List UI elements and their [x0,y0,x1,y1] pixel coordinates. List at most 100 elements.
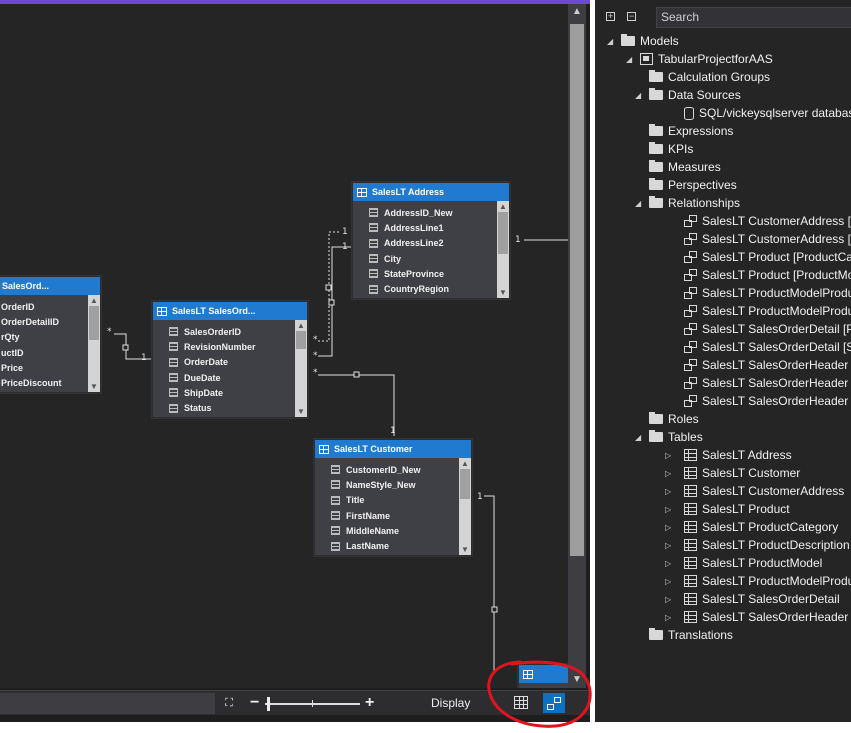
diagram-view[interactable]: * 1 * * * 1 1 1 1 1 SalesOrd... OrderID … [0,0,590,722]
column-row[interactable]: AddressID_New [353,205,509,220]
scrollbar-thumb[interactable] [570,24,584,556]
table-card-scrollbar[interactable]: ▲ ▼ [497,201,509,298]
tree-node-tables[interactable]: ◢ Tables [635,428,703,446]
scrollbar-thumb[interactable] [498,212,508,254]
collapsed-arrow-icon[interactable]: ▷ [665,487,679,496]
tree-node-relationship[interactable]: SalesLT ProductModelProdu [684,284,851,302]
tree-node-table[interactable]: ▷ SalesLT SalesOrderHeader [665,608,848,626]
table-card-customer[interactable]: SalesLT Customer CustomerID_New NameStyl… [314,439,472,556]
column-row[interactable]: RevisionNumber [153,339,307,354]
tree-node-table[interactable]: ▷ SalesLT ProductModel [665,554,822,572]
table-card-header[interactable] [519,665,568,683]
diagram-view-button[interactable] [543,693,565,713]
expanded-arrow-icon[interactable]: ◢ [607,37,621,46]
table-card-address[interactable]: SalesLT Address AddressID_New AddressLin… [352,182,510,299]
scrollbar-thumb[interactable] [296,331,306,349]
tree-node-roles[interactable]: Roles [649,410,699,428]
tree-node-table[interactable]: ▷ SalesLT SalesOrderDetail [665,590,840,608]
column-row[interactable]: ShipDate [153,385,307,400]
tree-node-relationship[interactable]: SalesLT Product [ProductMo [684,266,851,284]
tree-node-expressions[interactable]: Expressions [649,122,733,140]
collapse-all-icon[interactable]: − [627,12,636,21]
column-row[interactable]: City [353,251,509,266]
expanded-arrow-icon[interactable]: ◢ [635,91,649,100]
column-row[interactable]: SalesOrderID [153,324,307,339]
grid-view-icon[interactable] [514,696,528,709]
tree-node-table[interactable]: ▷ SalesLT ProductCategory [665,518,838,536]
table-card-scrollbar[interactable]: ▲ ▼ [459,458,471,555]
tree-node-relationship[interactable]: SalesLT SalesOrderHeader [C [684,374,851,392]
scroll-up-arrow-icon[interactable]: ▲ [568,4,586,20]
column-row[interactable]: AddressLine2 [353,236,509,251]
scrollbar-thumb[interactable] [89,306,99,340]
scroll-up-arrow-icon[interactable]: ▲ [459,458,471,469]
tree-node-relationship[interactable]: SalesLT Product [ProductCat [684,248,851,266]
table-card-header[interactable]: SalesLT Customer [315,440,471,458]
tree-node-kpis[interactable]: KPIs [649,140,693,158]
column-row[interactable]: MiddleName [315,523,471,538]
expanded-arrow-icon[interactable]: ◢ [635,199,649,208]
scroll-up-arrow-icon[interactable]: ▲ [88,295,100,306]
tree-node-data-source-item[interactable]: SQL/vickeysqlserver databas [684,104,851,122]
column-row[interactable]: PriceDiscount [0,375,100,390]
collapsed-arrow-icon[interactable]: ▷ [665,451,679,460]
table-card-scrollbar[interactable]: ▲ ▼ [88,295,100,392]
scroll-down-arrow-icon[interactable]: ▼ [568,672,586,688]
tree-node-relationship[interactable]: SalesLT ProductModelProdu [684,302,851,320]
explorer-search-input[interactable]: Search [656,7,851,28]
tree-node-translations[interactable]: Translations [649,626,733,644]
collapsed-arrow-icon[interactable]: ▷ [665,613,679,622]
column-row[interactable]: CountryRegion [353,281,509,296]
diagram-canvas[interactable]: * 1 * * * 1 1 1 1 1 SalesOrd... OrderID … [0,4,568,688]
tree-node-relationship[interactable]: SalesLT CustomerAddress [A [684,212,851,230]
collapsed-arrow-icon[interactable]: ▷ [665,505,679,514]
tree-node-data-sources[interactable]: ◢ Data Sources [635,86,741,104]
tree-node-table[interactable]: ▷ SalesLT Customer [665,464,800,482]
column-row[interactable]: OrderDate [153,355,307,370]
diagram-horizontal-scrollbar[interactable] [0,693,215,714]
column-row[interactable]: rQty [0,330,100,345]
column-row[interactable]: AddressLine1 [353,220,509,235]
tree-node-relationship[interactable]: SalesLT CustomerAddress [C [684,230,851,248]
table-card-sales-order-header[interactable]: SalesLT SalesOrd... SalesOrderID Revisio… [152,301,308,418]
column-row[interactable]: Status [153,400,307,415]
column-row[interactable]: NameStyle_New [315,477,471,492]
tree-node-relationships[interactable]: ◢ Relationships [635,194,740,212]
tree-node-relationship[interactable]: SalesLT SalesOrderHeader [S [684,392,851,410]
table-card-sales-order-detail[interactable]: SalesOrd... OrderID OrderDetailID rQty u… [0,276,101,393]
fit-to-screen-icon[interactable]: ⛶ [221,696,237,710]
table-card-partial[interactable] [518,664,568,688]
scroll-down-arrow-icon[interactable]: ▼ [88,381,100,392]
tree-node-relationship[interactable]: SalesLT SalesOrderDetail [Pro [684,320,851,338]
column-row[interactable]: uctID [0,345,100,360]
column-row[interactable]: DueDate [153,370,307,385]
column-row[interactable]: OrderID [0,299,100,314]
column-row[interactable]: LastName [315,538,471,553]
table-card-scrollbar[interactable]: ▲ ▼ [295,320,307,417]
column-row[interactable]: StateProvince [353,266,509,281]
scroll-down-arrow-icon[interactable]: ▼ [295,406,307,417]
collapsed-arrow-icon[interactable]: ▷ [665,541,679,550]
tree-node-table[interactable]: ▷ SalesLT CustomerAddress [665,482,844,500]
tree-node-relationship[interactable]: SalesLT SalesOrderDetail [Sal [684,338,851,356]
zoom-in-button[interactable]: + [365,693,374,713]
tree-node-measures[interactable]: Measures [649,158,721,176]
scroll-up-arrow-icon[interactable]: ▲ [295,320,307,331]
collapsed-arrow-icon[interactable]: ▷ [665,577,679,586]
table-card-header[interactable]: SalesOrd... [0,277,100,295]
zoom-slider-handle[interactable] [267,697,270,711]
tree-node-models[interactable]: ◢ Models [607,32,679,50]
zoom-slider[interactable] [265,697,360,711]
scroll-down-arrow-icon[interactable]: ▼ [497,287,509,298]
collapsed-arrow-icon[interactable]: ▷ [665,595,679,604]
column-row[interactable]: CustomerID_New [315,462,471,477]
scroll-down-arrow-icon[interactable]: ▼ [459,544,471,555]
tree-node-table[interactable]: ▷ SalesLT ProductModelProdu [665,572,851,590]
tree-node-table[interactable]: ▷ SalesLT ProductDescription [665,536,850,554]
tree-node-relationship[interactable]: SalesLT SalesOrderHeader [B [684,356,851,374]
diagram-vertical-scrollbar[interactable]: ▲ ▼ [568,4,586,688]
collapsed-arrow-icon[interactable]: ▷ [665,523,679,532]
table-card-header[interactable]: SalesLT Address [353,183,509,201]
expanded-arrow-icon[interactable]: ◢ [635,433,649,442]
scroll-up-arrow-icon[interactable]: ▲ [497,201,509,212]
